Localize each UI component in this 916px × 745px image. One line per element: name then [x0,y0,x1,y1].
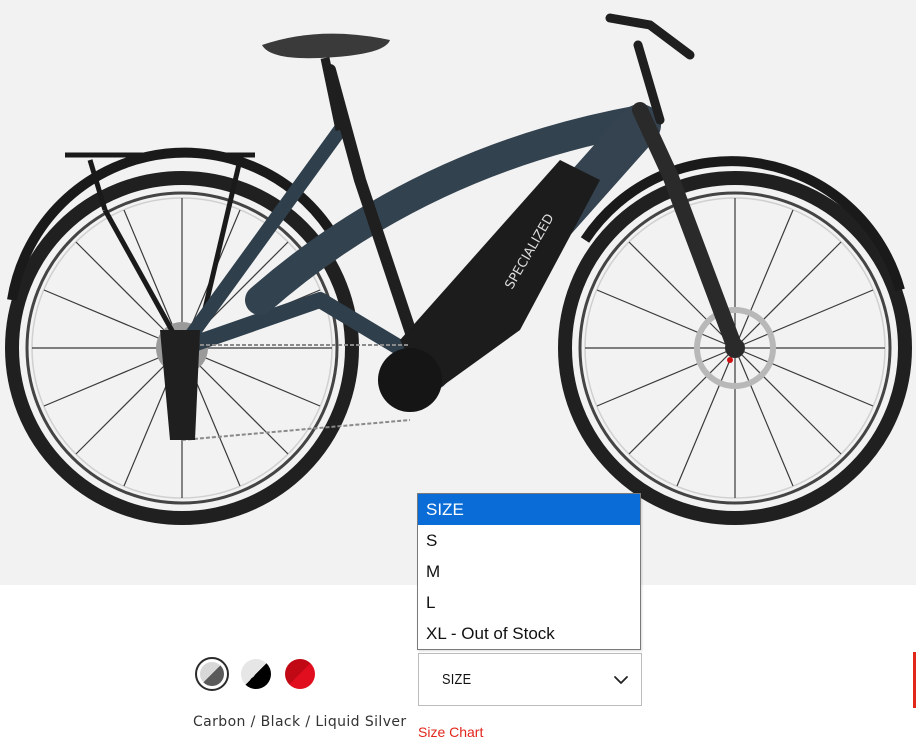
size-select[interactable]: SIZE [418,653,642,706]
size-option[interactable]: L [418,587,640,618]
size-chart-link[interactable]: Size Chart [418,724,483,740]
saddle [262,33,390,59]
size-options-listbox[interactable]: SIZE S M L XL - Out of Stock [417,493,641,650]
size-select-value: SIZE [442,671,472,688]
color-swatch-red[interactable] [283,657,317,691]
color-swatches [195,657,317,691]
chevron-down-icon [614,676,628,684]
size-option[interactable]: S [418,525,640,556]
chain [181,344,411,441]
product-page: SPECIALIZED SIZE S M L XL - Out of Stock Car… [0,0,916,745]
color-swatch-fill [200,662,224,686]
size-option[interactable]: M [418,556,640,587]
handlebar [605,13,695,125]
color-swatch-carbon-black-liquid-silver[interactable] [195,657,229,691]
color-swatch-fill [285,659,315,689]
size-option[interactable]: XL - Out of Stock [418,618,640,649]
color-swatch-fill [241,659,271,689]
size-option[interactable]: SIZE [418,494,640,525]
selected-color-label: Carbon / Black / Liquid Silver [193,714,407,730]
color-swatch-silver-black[interactable] [239,657,273,691]
motor [378,348,442,412]
derailleur [160,330,200,440]
